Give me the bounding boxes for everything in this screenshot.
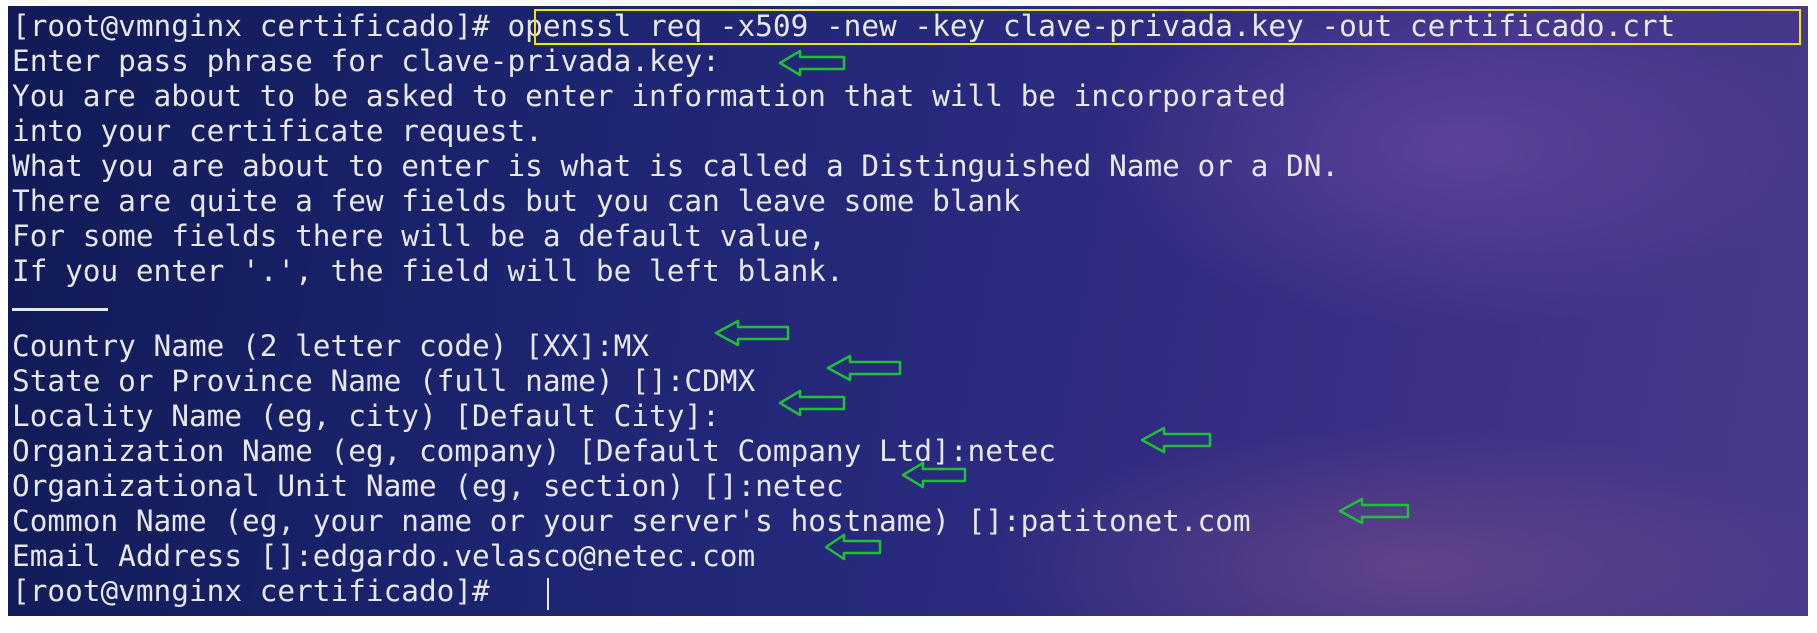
shell-prompt: [root@vmnginx certificado]# bbox=[12, 9, 508, 43]
info-line: You are about to be asked to enter infor… bbox=[12, 79, 1287, 113]
org-unit-field-line: Organizational Unit Name (eg, section) [… bbox=[12, 469, 844, 503]
state-field-line: State or Province Name (full name) []:CD… bbox=[12, 364, 756, 398]
terminal-window[interactable]: [root@vmnginx certificado]# openssl req … bbox=[8, 6, 1808, 616]
separator-line bbox=[12, 308, 108, 311]
left-arrow-icon bbox=[901, 461, 967, 489]
left-arrow-icon bbox=[824, 533, 882, 561]
info-line: For some fields there will be a default … bbox=[12, 219, 826, 253]
left-arrow-icon bbox=[778, 389, 846, 417]
left-arrow-icon bbox=[1338, 497, 1410, 525]
common-name-field-line: Common Name (eg, your name or your serve… bbox=[12, 504, 1251, 538]
final-prompt-line: [root@vmnginx certificado]# bbox=[12, 574, 490, 608]
email-field-line: Email Address []:edgardo.velasco@netec.c… bbox=[12, 539, 756, 573]
info-line: What you are about to enter is what is c… bbox=[12, 149, 1340, 183]
info-line: into your certificate request. bbox=[12, 114, 543, 148]
pass-phrase-prompt: Enter pass phrase for clave-privada.key: bbox=[12, 44, 720, 78]
left-arrow-icon bbox=[714, 319, 790, 347]
country-field-line: Country Name (2 letter code) [XX]:MX bbox=[12, 329, 650, 363]
locality-field-line: Locality Name (eg, city) [Default City]: bbox=[12, 399, 720, 433]
left-arrow-icon bbox=[778, 49, 846, 77]
left-arrow-icon bbox=[1140, 426, 1212, 454]
command-highlight-box bbox=[534, 9, 1801, 45]
text-cursor bbox=[547, 578, 549, 610]
info-line: If you enter '.', the field will be left… bbox=[12, 254, 844, 288]
info-line: There are quite a few fields but you can… bbox=[12, 184, 1021, 218]
left-arrow-icon bbox=[826, 354, 902, 382]
organization-field-line: Organization Name (eg, company) [Default… bbox=[12, 434, 1056, 468]
